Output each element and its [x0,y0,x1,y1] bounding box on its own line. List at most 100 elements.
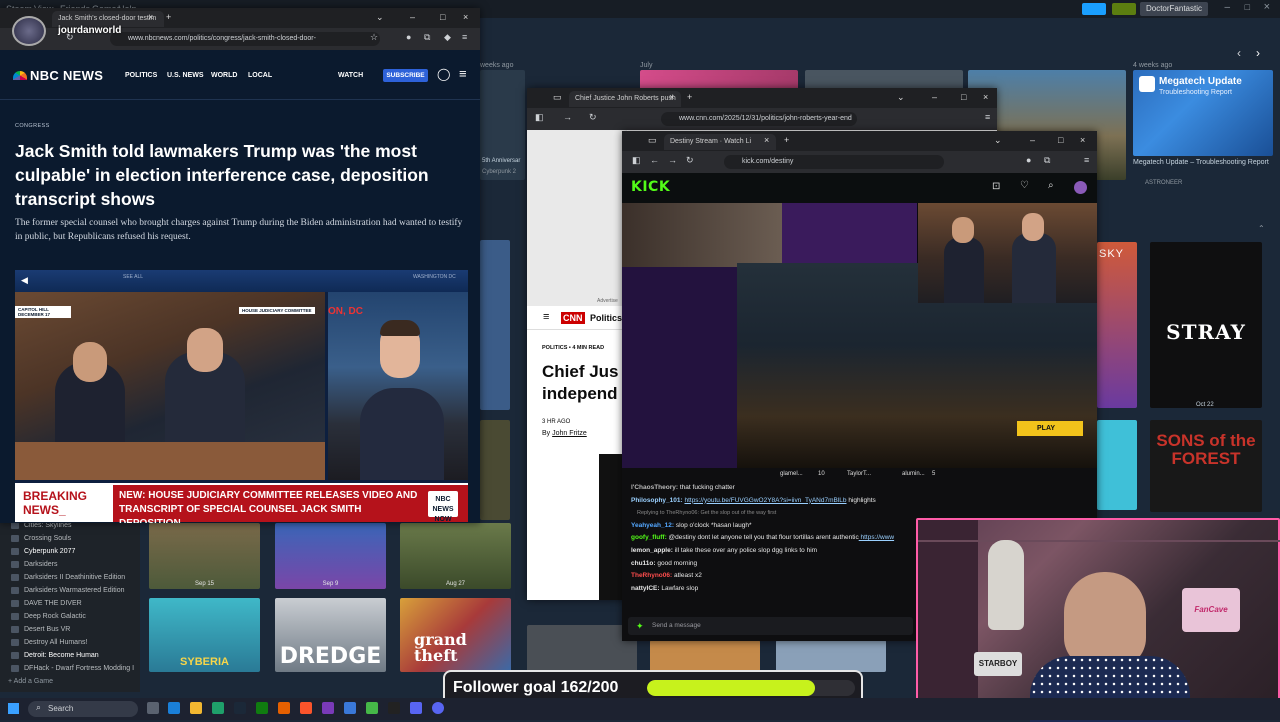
star-icon[interactable]: ☆ [370,32,378,43]
sons-of-forest-tile[interactable]: SONS of the FOREST [1150,420,1262,512]
close-tab-icon[interactable]: × [669,92,674,102]
site-logo[interactable]: KICK [631,179,670,195]
menu-icon[interactable]: ≡ [462,32,467,42]
search-icon[interactable]: ⌕ [1048,180,1054,191]
game-tile[interactable]: Aug 27 [400,523,511,589]
steam-icon[interactable] [234,702,246,714]
site-logo[interactable]: CNN [561,312,585,324]
chat-username[interactable]: TheRhyno06: [631,572,674,579]
list-item[interactable]: Darksiders II Deathinitive Edition [0,571,140,584]
game-tile[interactable] [527,625,637,672]
chevron-down-icon[interactable]: ⌄ [376,12,384,23]
close-tab-icon[interactable]: × [764,135,769,145]
play-button[interactable]: PLAY [1017,421,1083,436]
task-view-icon[interactable] [147,702,159,714]
list-item[interactable]: Desert Bus VR [0,623,140,636]
chat-username[interactable]: Yeahyeah_12: [631,522,676,529]
game-tile[interactable]: 5th Anniversar Cyberpunk 2 [480,70,525,180]
chevron-down-icon[interactable]: ⌄ [897,92,905,103]
maximize-icon[interactable]: □ [440,12,445,22]
chevron-left-icon[interactable]: ‹ [1237,46,1241,60]
chat-username[interactable]: nattyICE: [631,585,661,592]
xbox-icon[interactable] [256,702,268,714]
menu-icon[interactable]: ≡ [1084,155,1089,165]
minimize-icon[interactable]: – [1030,135,1035,145]
close-icon[interactable]: × [1264,1,1270,13]
list-item[interactable]: Destroy All Humans! [0,636,140,649]
chat-input[interactable]: Send a message [628,617,913,635]
game-tile[interactable] [480,420,510,520]
chat-username[interactable]: Philosophy_101: [631,497,684,504]
stray-tile[interactable]: STRAY [1150,242,1262,408]
new-tab-icon[interactable]: + [166,12,171,22]
firefox-icon[interactable] [278,702,290,714]
list-item[interactable]: Deep Rock Galactic [0,610,140,623]
forward-icon[interactable]: → [563,112,572,122]
chat-username[interactable]: l'ChaosTheory: [631,484,680,491]
game-tile[interactable] [776,640,886,672]
minimize-icon[interactable]: – [1224,2,1230,13]
game-tile[interactable] [805,70,963,90]
article-kicker[interactable]: CONGRESS [15,123,50,129]
address-input[interactable]: kick.com/destiny [724,155,944,169]
minimize-icon[interactable]: – [932,92,937,102]
dredge-tile[interactable]: DREDGE [275,598,386,672]
tab-kick[interactable]: Destiny Stream · Watch Li [664,134,776,150]
game-tile[interactable] [480,240,510,410]
list-item[interactable]: Detroit: Become Human [0,649,140,662]
list-item[interactable]: Cyberpunk 2077 [0,545,140,558]
list-item[interactable]: DAVE THE DIVER [0,597,140,610]
game-tile[interactable] [640,70,798,90]
megatech-update-tile[interactable]: Megatech Update Troubleshooting Report [1133,70,1273,156]
address-input[interactable]: www.nbcnews.com/politics/congress/jack-s… [110,32,380,46]
game-tile[interactable]: Sep 9 [275,523,386,589]
list-item[interactable]: Crossing Souls [0,532,140,545]
heart-icon[interactable]: ♡ [1020,180,1029,191]
maximize-icon[interactable]: □ [961,92,966,102]
author-link[interactable]: John Fritze [552,430,587,437]
close-tab-icon[interactable]: × [148,12,153,22]
back-icon[interactable]: ← [650,155,659,165]
terminal-icon[interactable] [388,702,400,714]
maximize-icon[interactable]: □ [1245,2,1250,12]
nav-local[interactable]: LOCAL [248,72,272,79]
chevron-up-icon[interactable]: ⌃ [1258,224,1265,233]
gta-tile[interactable]: grand theft [400,598,511,672]
edge-icon[interactable] [212,702,224,714]
app-icon[interactable] [322,702,334,714]
windows-start-icon[interactable] [8,703,19,714]
minimize-icon[interactable]: – [410,12,415,22]
list-item[interactable]: DFHack - Dwarf Fortress Modding I [0,662,140,675]
game-tile[interactable] [1097,420,1137,510]
account-icon[interactable]: ◯ [437,67,450,81]
chat-username[interactable]: chu11o: [631,560,657,567]
subscribe-button[interactable]: SUBSCRIBE [383,69,428,82]
new-tab-icon[interactable]: + [687,92,692,102]
video-player[interactable]: ◀ SEE ALL WASHINGTON DC CAPITOL HILL DEC… [15,270,468,523]
hamburger-menu-icon[interactable]: ≡ [459,66,467,81]
address-input[interactable]: www.cnn.com/2025/12/31/politics/john-rob… [661,112,857,126]
section-title[interactable]: Politics [590,313,622,323]
close-icon[interactable]: × [983,92,988,102]
add-game-button[interactable]: + Add a Game [8,678,53,685]
chevron-right-icon[interactable]: › [1256,46,1260,60]
chevron-down-icon[interactable]: ⌄ [994,135,1002,146]
close-icon[interactable]: × [1080,135,1085,145]
brave-icon[interactable] [300,702,312,714]
sidebar-icon[interactable]: ◧ [535,112,544,123]
site-logo[interactable]: NBC NEWS [30,68,103,83]
forward-icon[interactable]: → [668,155,677,165]
copilot-icon[interactable] [168,702,180,714]
close-icon[interactable]: × [463,12,468,22]
nav-us-news[interactable]: U.S. NEWS [167,72,204,79]
maximize-icon[interactable]: □ [1058,135,1063,145]
stream-player[interactable]: PLAY [622,203,1097,468]
tab-list-icon[interactable]: ▭ [553,92,562,103]
extension-icon[interactable]: ◆ [444,32,451,43]
extension-icon[interactable]: ● [1026,155,1031,165]
list-item[interactable]: Darksiders Warmastered Edition [0,584,140,597]
list-item[interactable]: Darksiders [0,558,140,571]
steam-broadcast-icon[interactable] [1082,3,1106,15]
extension-icon[interactable]: ● [406,32,411,42]
nav-world[interactable]: WORLD [211,72,237,79]
